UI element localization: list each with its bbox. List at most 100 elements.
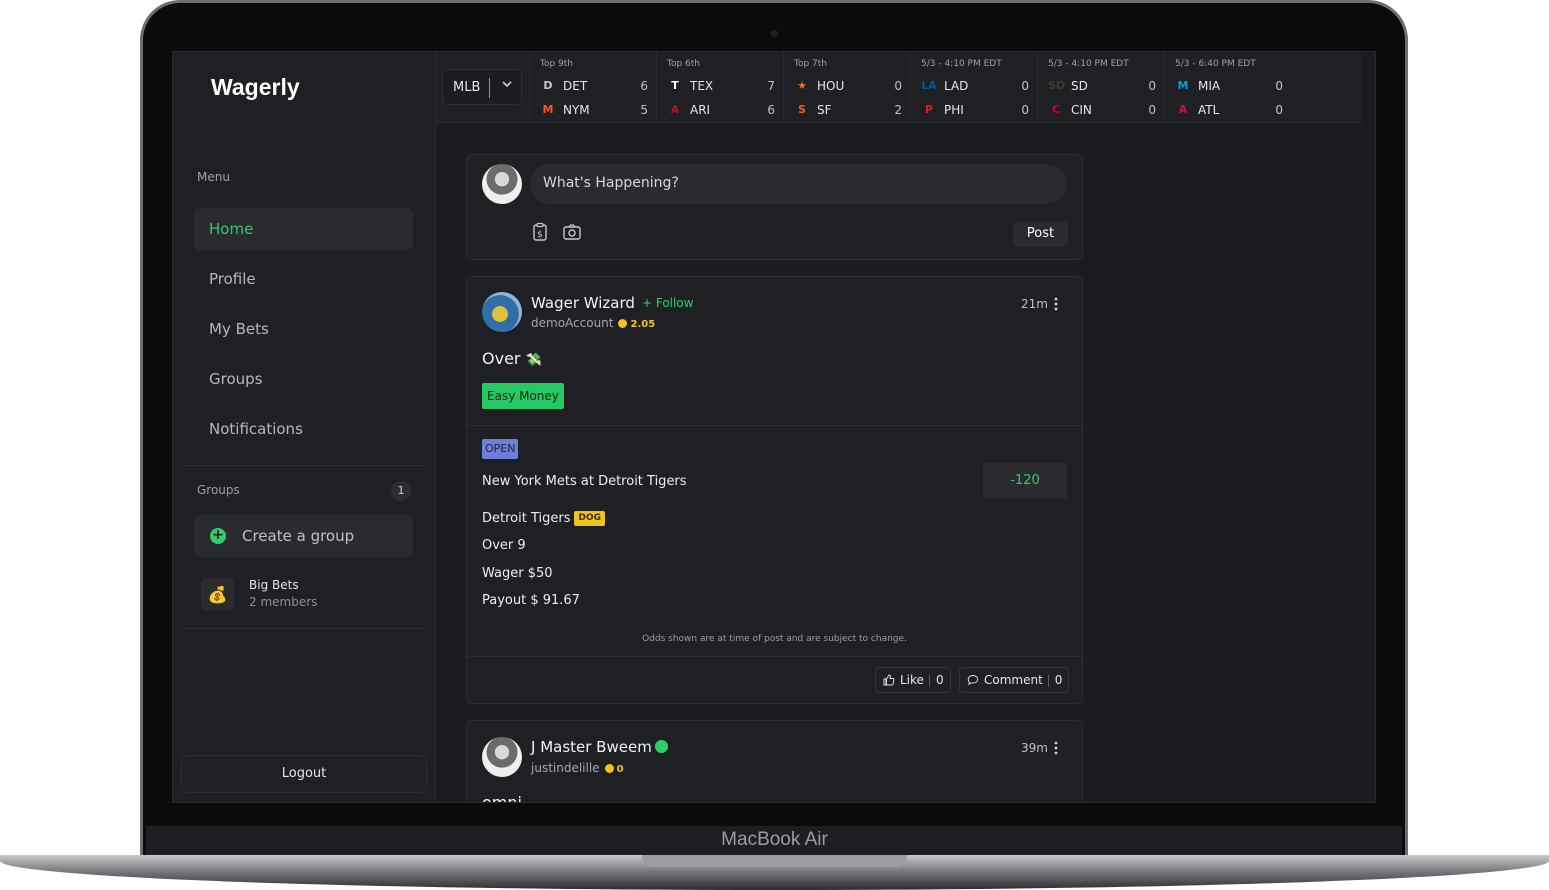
like-button[interactable]: Like 0 — [875, 667, 951, 693]
money-bag-icon[interactable]: 💰 — [201, 578, 234, 611]
team-logo-icon: M — [1177, 79, 1189, 92]
team-logo-icon: C — [1051, 103, 1061, 116]
game-status: Top 9th — [540, 59, 574, 69]
team-row-away: LA LAD 0 — [921, 77, 1031, 95]
divider — [467, 425, 1082, 426]
scoreboard-game[interactable]: Top 7th ★ HOU 0 S SF 2 — [783, 52, 910, 123]
game-status: Top 6th — [667, 59, 701, 69]
team-row-away: T TEX 7 — [667, 77, 777, 95]
group-name[interactable]: Big Bets — [249, 578, 299, 592]
team-row-away: ★ HOU 0 — [794, 77, 904, 95]
team-abbr: HOU — [817, 79, 845, 93]
scoreboard: MLB Top 9th D DET 6 M NYM 5 Top 6th T TEX 7 A ARI 6 To… — [436, 52, 1362, 123]
app-logo[interactable]: Wagerly — [211, 74, 300, 101]
sidebar-item-profile[interactable]: Profile — [194, 258, 413, 300]
logout-button[interactable]: Logout — [181, 755, 427, 793]
team-abbr: PHI — [944, 103, 964, 117]
author-avatar[interactable] — [482, 292, 522, 332]
league-select[interactable]: MLB — [442, 69, 522, 105]
sidebar-item-notifications[interactable]: Notifications — [194, 408, 413, 450]
post-button[interactable]: Post — [1013, 221, 1068, 247]
author-name[interactable]: J Master Bweem — [531, 738, 668, 756]
coin-balance: 2.05 — [630, 319, 656, 330]
team-abbr: TEX — [690, 79, 714, 93]
author-name[interactable]: Wager Wizard — [531, 294, 635, 312]
bet-pick: Detroit Tigers DOG — [482, 511, 605, 526]
team-row-home: S SF 2 — [794, 101, 904, 119]
team-row-home: A ATL 0 — [1175, 101, 1285, 119]
group-members-count: 2 members — [249, 595, 318, 609]
scoreboard-game[interactable]: 5/3 - 4:10 PM EDT LA LAD 0 P PHI 0 — [910, 52, 1037, 123]
team-abbr: NYM — [563, 103, 590, 117]
team-score: 5 — [640, 103, 648, 117]
team-score: 0 — [1021, 79, 1029, 93]
team-abbr: DET — [563, 79, 588, 93]
author-avatar[interactable] — [482, 737, 522, 777]
compose-input[interactable]: What's Happening? — [530, 164, 1067, 204]
post-time: 21m — [1021, 297, 1048, 311]
coin-icon — [604, 764, 614, 773]
post-body: omni — [482, 793, 522, 803]
post-composer: What's Happening? $ Post — [466, 154, 1083, 260]
post-card: J Master Bweem justindelille 0 39m omni — [466, 720, 1083, 803]
device-brand: MacBook Air — [721, 829, 828, 850]
bet-status-badge: OPEN — [482, 439, 519, 459]
sidebar-item-home[interactable]: Home — [194, 208, 413, 250]
divider — [467, 656, 1082, 657]
team-logo-icon: A — [670, 103, 680, 116]
plus-circle-icon: + — [210, 528, 226, 544]
comment-label: Comment — [984, 673, 1043, 687]
comment-button[interactable]: Comment 0 — [959, 667, 1070, 693]
team-abbr: LAD — [944, 79, 969, 93]
post-time: 39m — [1021, 741, 1048, 755]
team-score: 0 — [1275, 103, 1283, 117]
author-handle: justindelille 0 — [531, 761, 624, 775]
divider — [181, 465, 425, 466]
bet-payout: Payout $ 91.67 — [482, 593, 580, 608]
create-group-label: Create a group — [242, 527, 355, 545]
groups-count-badge: 1 — [391, 481, 411, 501]
team-score: 0 — [1148, 103, 1156, 117]
user-avatar[interactable] — [482, 164, 522, 204]
scoreboard-game[interactable]: 5/3 - 4:10 PM EDT SD SD 0 C CIN 0 — [1037, 52, 1164, 123]
like-count: 0 — [935, 673, 944, 687]
team-score: 2 — [894, 103, 902, 117]
bet-slip-icon[interactable]: $ — [530, 222, 550, 242]
handle-text: justindelille — [531, 761, 600, 775]
post-tag[interactable]: Easy Money — [482, 383, 564, 409]
team-score: 0 — [1021, 103, 1029, 117]
team-abbr: ATL — [1198, 103, 1220, 117]
team-row-home: A ARI 6 — [667, 101, 777, 119]
team-row-home: M NYM 5 — [540, 101, 650, 119]
team-logo-icon: LA — [921, 79, 937, 92]
sidebar-item-groups[interactable]: Groups — [194, 358, 413, 400]
divider — [181, 628, 425, 629]
follow-button[interactable]: + Follow — [642, 296, 694, 310]
team-logo-icon: M — [542, 103, 554, 116]
scoreboard-game[interactable]: 5/3 - 6:40 PM EDT M MIA 0 A ATL 0 — [1164, 52, 1291, 123]
chevron-down-icon — [502, 81, 512, 88]
laptop-notch — [642, 855, 907, 867]
thumbs-up-icon — [883, 674, 895, 686]
sidebar-item-my-bets[interactable]: My Bets — [194, 308, 413, 350]
more-options-icon[interactable] — [1054, 297, 1058, 311]
scoreboard-game[interactable]: Top 6th T TEX 7 A ARI 6 — [656, 52, 783, 123]
team-logo-icon: A — [1178, 103, 1188, 116]
more-options-icon[interactable] — [1054, 741, 1058, 755]
bet-pick-team: Detroit Tigers — [482, 511, 571, 526]
team-row-away: D DET 6 — [540, 77, 650, 95]
author-handle: demoAccount 2.05 — [531, 316, 655, 330]
team-score: 0 — [894, 79, 902, 93]
team-logo-icon: SD — [1048, 79, 1066, 92]
create-group-button[interactable]: + Create a group — [194, 515, 413, 557]
money-wings-emoji: 💸 — [525, 353, 542, 368]
bet-odds[interactable]: -120 — [983, 463, 1067, 499]
team-row-away: SD SD 0 — [1048, 77, 1158, 95]
team-score: 6 — [640, 79, 648, 93]
team-row-home: P PHI 0 — [921, 101, 1031, 119]
camera-icon[interactable] — [562, 222, 582, 242]
coin-icon — [618, 319, 628, 328]
svg-text:$: $ — [537, 230, 543, 240]
select-separator — [489, 78, 490, 98]
scoreboard-game[interactable]: Top 9th D DET 6 M NYM 5 — [529, 52, 656, 123]
